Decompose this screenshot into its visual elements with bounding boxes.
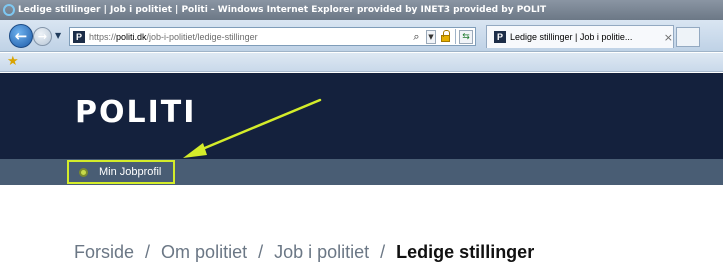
new-tab-button[interactable] [676,27,700,47]
window-title: Ledige stillinger | Job i politiet | Pol… [18,5,547,15]
tab-favicon: P [494,31,506,43]
address-bar[interactable]: P https://politi.dk/job-i-politiet/ledig… [69,27,476,46]
site-logo[interactable]: POLITI [75,96,196,130]
url-text[interactable]: https://politi.dk/job-i-politiet/ledige-… [89,32,258,42]
breadcrumb-item-om-politiet[interactable]: Om politiet [161,242,247,263]
min-jobprofil-link[interactable]: Min Jobprofil [67,160,175,184]
breadcrumb-separator: / [145,242,151,262]
breadcrumb-item-forside[interactable]: Forside [74,242,134,263]
internet-explorer-icon [3,4,15,16]
window-titlebar: Ledige stillinger | Job i politiet | Pol… [0,0,723,20]
forward-button[interactable]: → [33,27,52,46]
bullet-icon [79,167,88,177]
breadcrumb-separator: / [380,242,386,262]
history-dropdown-button[interactable]: ▼ [55,31,61,40]
breadcrumb-separator: / [258,242,264,262]
breadcrumb-item-job-i-politiet[interactable]: Job i politiet [274,242,369,263]
close-tab-icon[interactable]: × [664,31,673,44]
refresh-icon: ⇆ [462,31,470,42]
site-header: POLITI [0,73,723,159]
url-path: /job-i-politiet/ledige-stillinger [146,31,258,42]
tab-label: Ledige stillinger | Job i politie... [510,32,633,42]
toolbar-divider [455,29,456,44]
browser-tab[interactable]: P Ledige stillinger | Job i politie... × [486,25,674,48]
url-domain: politi.dk [116,31,147,42]
arrow-left-icon: ← [14,26,28,45]
chevron-down-icon: ▼ [428,32,434,41]
star-icon[interactable]: ★ [7,55,21,69]
breadcrumb: Forside / Om politiet / Job i politiet /… [74,242,534,263]
refresh-button[interactable]: ⇆ [459,29,473,44]
browser-navbar: ← → ▼ P https://politi.dk/job-i-politiet… [0,20,723,52]
address-dropdown-button[interactable]: ▼ [426,29,436,44]
favorites-bar: ★ [0,53,723,72]
chevron-down-icon: ▼ [55,31,62,40]
url-scheme: https:// [89,31,117,42]
arrow-right-icon: → [37,30,48,43]
lock-icon[interactable] [439,30,452,44]
breadcrumb-current: Ledige stillinger [396,242,535,262]
min-jobprofil-label: Min Jobprofil [99,166,162,178]
site-favicon: P [73,30,85,43]
back-button[interactable]: ← [9,24,33,48]
address-bar-tools: ⌕ ▼ ⇆ [410,29,473,44]
search-icon[interactable]: ⌕ [410,30,423,44]
